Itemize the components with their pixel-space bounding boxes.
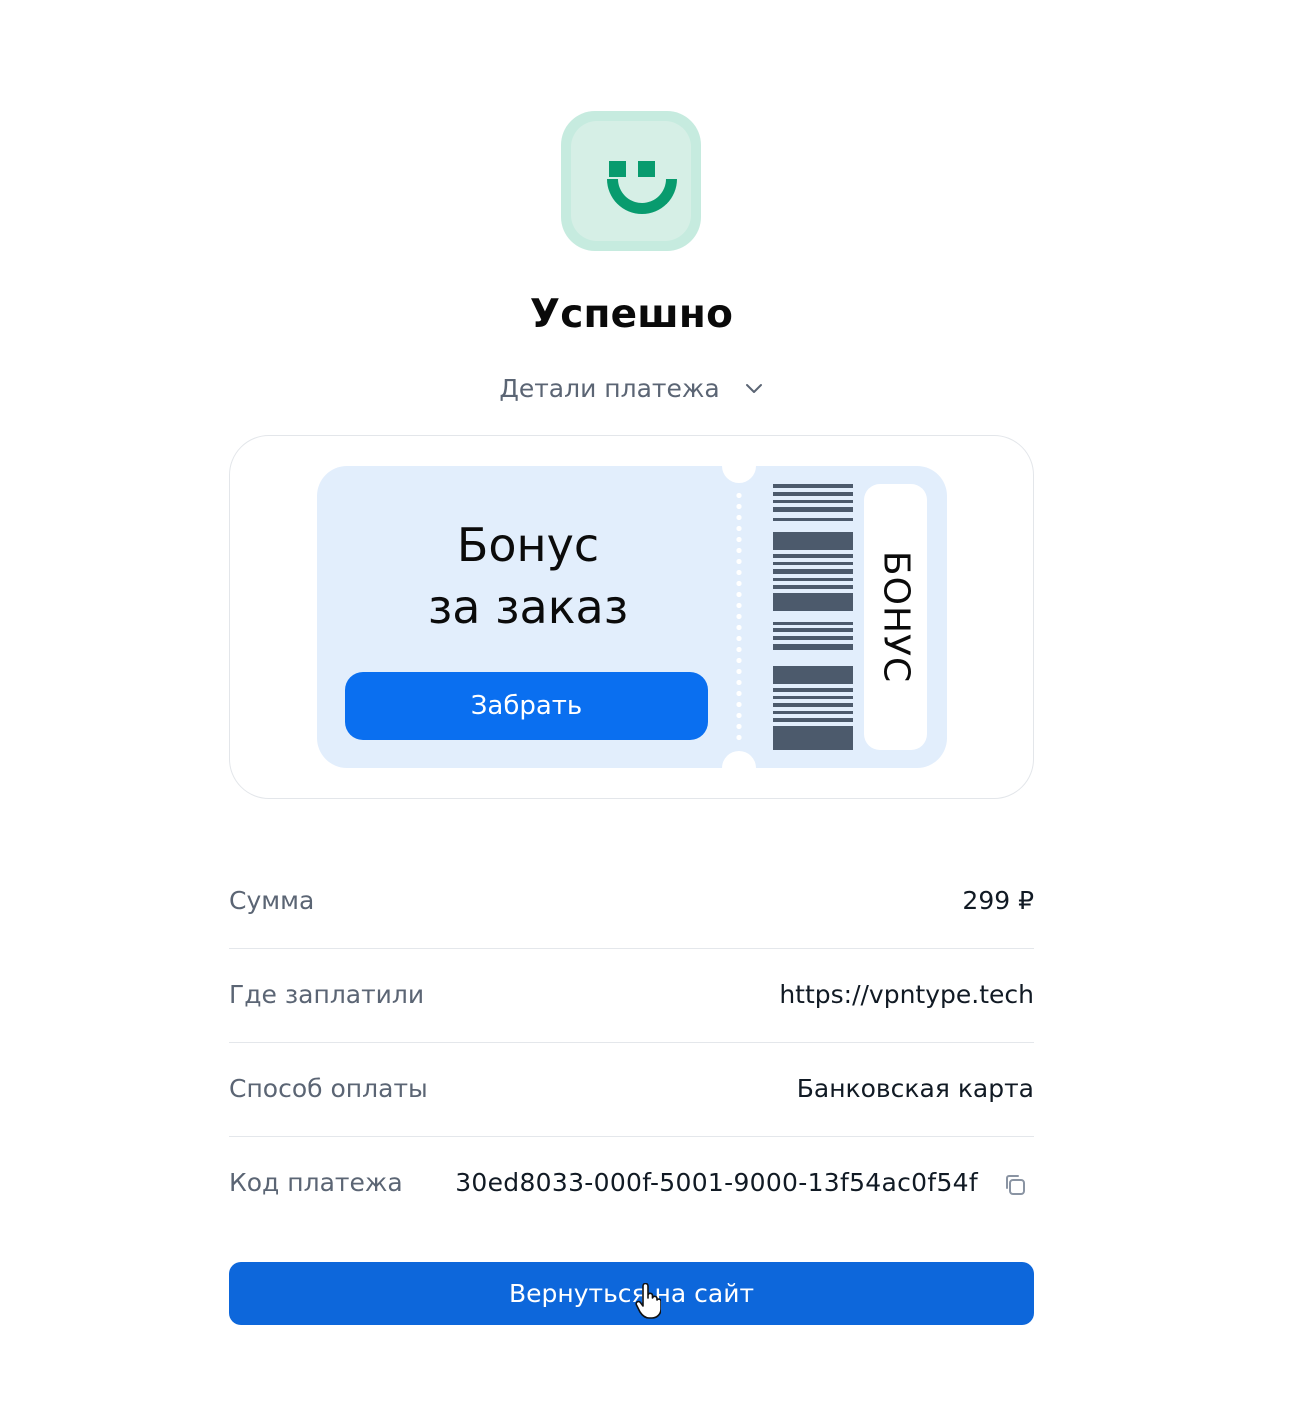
bonus-title-line1: Бонус [456, 518, 600, 572]
detail-row-method: Способ оплаты Банковская карта [229, 1043, 1034, 1137]
page-title: Успешно [529, 292, 734, 337]
stub-label: БОНУС [875, 550, 916, 684]
copy-icon[interactable] [1002, 1172, 1028, 1198]
details-toggle[interactable]: Детали платежа [229, 372, 1034, 403]
back-to-site-button[interactable]: Вернуться на сайт [229, 1262, 1034, 1325]
chevron-down-icon [745, 384, 762, 393]
detail-value: https://vpntype.tech [779, 980, 1034, 1009]
detail-label: Где заплатили [229, 980, 425, 1009]
bonus-title: Бонус за заказ [317, 514, 739, 638]
details-toggle-label: Детали платежа [499, 373, 720, 403]
detail-value: 299 ₽ [962, 886, 1034, 915]
hand-cursor-icon [635, 1283, 661, 1319]
bonus-title-line2: за заказ [427, 580, 629, 634]
payment-details: Сумма 299 ₽ Где заплатили https://vpntyp… [229, 855, 1034, 1230]
barcode [773, 484, 853, 750]
bonus-ticket: Бонус за заказ Забрать БОНУС [317, 449, 947, 785]
detail-row-amount: Сумма 299 ₽ [229, 855, 1034, 949]
detail-row-merchant: Где заплатили https://vpntype.tech [229, 949, 1034, 1043]
smiley-icon [561, 111, 701, 251]
payment-result: Успешно Детали платежа Бонус за заказ За… [229, 0, 1034, 1416]
detail-value: Банковская карта [796, 1074, 1034, 1103]
detail-label: Сумма [229, 886, 315, 915]
detail-label: Код платежа [229, 1168, 403, 1197]
detail-row-payment-code: Код платежа 30ed8033-000f-5001-9000-13f5… [229, 1137, 1034, 1230]
claim-bonus-button[interactable]: Забрать [345, 672, 708, 740]
stub-label-box: БОНУС [864, 484, 927, 750]
payment-code-value: 30ed8033-000f-5001-9000-13f54ac0f54f [455, 1168, 978, 1197]
bonus-card: Бонус за заказ Забрать БОНУС [229, 435, 1034, 799]
detail-label: Способ оплаты [229, 1074, 428, 1103]
